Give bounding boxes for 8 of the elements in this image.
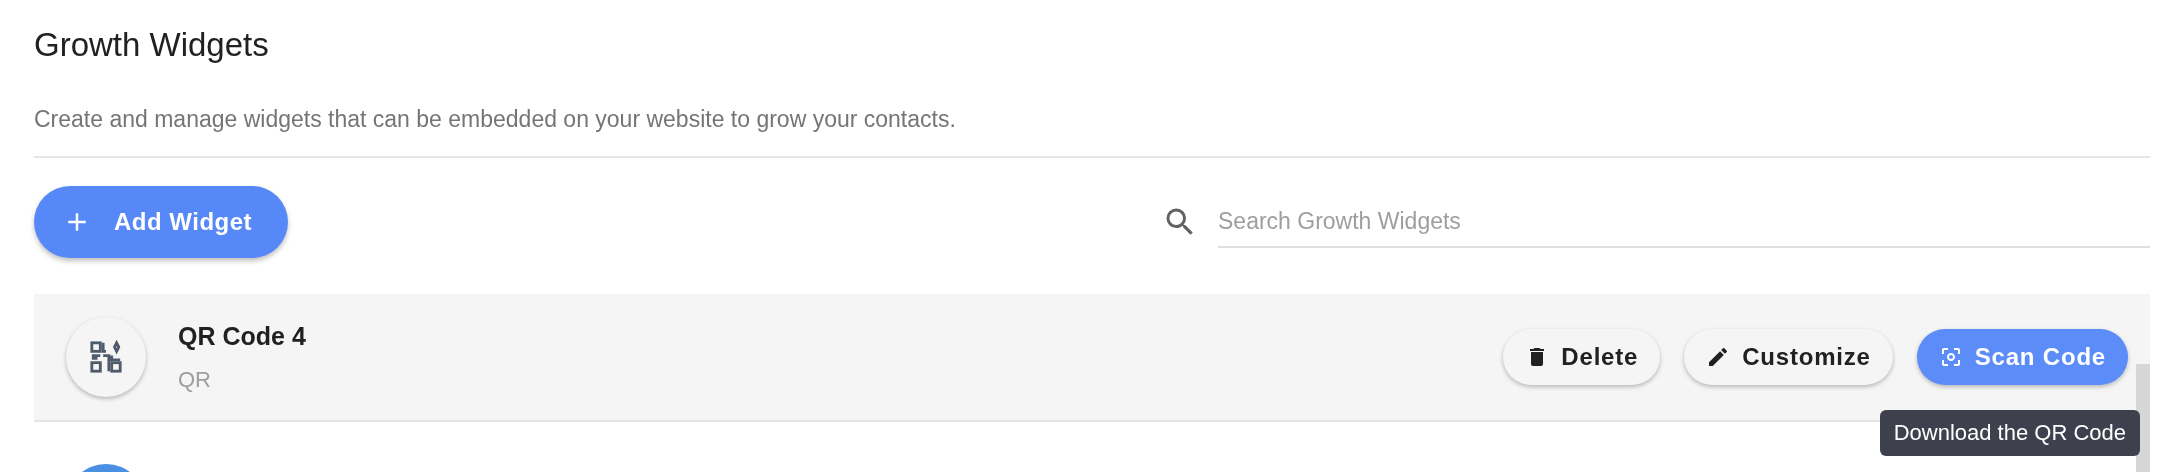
- qr-code-icon: [89, 340, 123, 374]
- page-description: Create and manage widgets that can be embedded on your website to grow your contacts.: [34, 105, 957, 134]
- widget-name: QR Code 4: [178, 321, 307, 351]
- page-title: Growth Widgets: [34, 25, 270, 65]
- delete-button[interactable]: Delete: [1503, 329, 1661, 385]
- widget-type: QR: [178, 366, 212, 393]
- customize-button[interactable]: Customize: [1684, 329, 1893, 385]
- tooltip: Download the QR Code: [1879, 410, 2140, 456]
